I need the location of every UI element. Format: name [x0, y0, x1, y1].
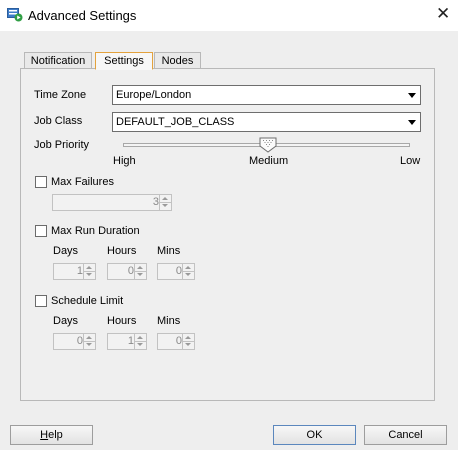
- max-run-hours-header: Hours: [107, 245, 137, 257]
- job-priority-slider-thumb[interactable]: [259, 137, 277, 153]
- time-zone-value: Europe/London: [116, 89, 192, 101]
- job-class-label: Job Class: [34, 115, 83, 127]
- schedule-mins-header: Mins: [157, 315, 181, 327]
- schedule-mins-spinner[interactable]: 0: [157, 333, 195, 350]
- priority-tick-low: Low: [400, 155, 421, 167]
- spinner-down-icon[interactable]: [84, 341, 95, 348]
- help-button[interactable]: Help: [10, 425, 93, 445]
- spinner-down-icon[interactable]: [135, 271, 146, 278]
- window-title: Advanced Settings: [28, 8, 137, 23]
- spinner-down-icon[interactable]: [135, 341, 146, 348]
- settings-window-icon: [7, 8, 23, 22]
- max-run-days-header: Days: [53, 245, 79, 257]
- job-class-select[interactable]: DEFAULT_JOB_CLASS: [112, 112, 421, 132]
- close-icon[interactable]: ✕: [436, 5, 450, 23]
- cancel-button[interactable]: Cancel: [364, 425, 447, 445]
- spinner-down-icon[interactable]: [183, 341, 194, 348]
- schedule-hours-header: Hours: [107, 315, 137, 327]
- schedule-days-header: Days: [53, 315, 79, 327]
- max-run-mins-spinner[interactable]: 0: [157, 263, 195, 280]
- max-run-mins-header: Mins: [157, 245, 181, 257]
- max-failures-checkbox[interactable]: [35, 176, 47, 188]
- priority-tick-medium: Medium: [249, 155, 289, 167]
- priority-tick-high: High: [113, 155, 136, 167]
- time-zone-select[interactable]: Europe/London: [112, 85, 421, 105]
- tab-nodes[interactable]: Nodes: [154, 52, 201, 69]
- ok-button[interactable]: OK: [273, 425, 356, 445]
- schedule-limit-label: Schedule Limit: [51, 295, 124, 307]
- max-run-duration-label: Max Run Duration: [51, 225, 140, 237]
- chevron-down-icon: [408, 120, 416, 125]
- max-run-duration-checkbox[interactable]: [35, 225, 47, 237]
- schedule-days-spinner[interactable]: 0: [53, 333, 96, 350]
- max-failures-spinner[interactable]: 3: [52, 194, 172, 211]
- max-failures-label: Max Failures: [51, 176, 114, 188]
- schedule-hours-spinner[interactable]: 1: [107, 333, 147, 350]
- spinner-down-icon[interactable]: [160, 202, 171, 209]
- job-class-value: DEFAULT_JOB_CLASS: [116, 116, 235, 128]
- spinner-down-icon[interactable]: [183, 271, 194, 278]
- chevron-down-icon: [408, 93, 416, 98]
- job-priority-label: Job Priority: [34, 139, 90, 151]
- max-run-hours-spinner[interactable]: 0: [107, 263, 147, 280]
- tab-notification[interactable]: Notification: [24, 52, 92, 69]
- tab-settings[interactable]: Settings: [95, 52, 153, 70]
- help-mnemonic: H: [40, 429, 49, 441]
- help-label-rest: elp: [48, 429, 63, 441]
- spinner-down-icon[interactable]: [84, 271, 95, 278]
- time-zone-label: Time Zone: [34, 89, 87, 101]
- max-run-days-spinner[interactable]: 1: [53, 263, 96, 280]
- schedule-limit-checkbox[interactable]: [35, 295, 47, 307]
